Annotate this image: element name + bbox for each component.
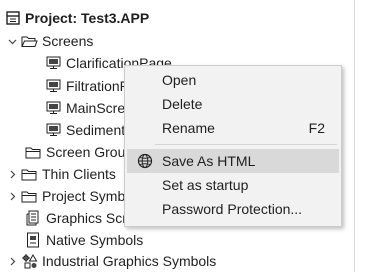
- chevron-right-icon[interactable]: [6, 163, 18, 185]
- tree-node-project-symbols[interactable]: Project Symbols: [6, 185, 143, 207]
- menu-separator: [155, 144, 337, 145]
- monitor-icon: [44, 119, 62, 141]
- industrial-graphics-label: Industrial Graphics Symbols: [42, 253, 217, 269]
- menu-item-open[interactable]: Open: [125, 68, 341, 92]
- folder-icon: [24, 141, 42, 163]
- app-window: Project: Test3.APP Screens Clarification…: [0, 0, 376, 272]
- globe-icon: [137, 153, 153, 172]
- menu-item-password-protection[interactable]: Password Protection...: [125, 197, 341, 221]
- tree-node-thin-clients[interactable]: Thin Clients: [6, 163, 116, 185]
- folder-icon: [20, 185, 38, 207]
- thin-clients-label: Thin Clients: [42, 166, 116, 182]
- project-label: Project: Test3.APP: [25, 10, 150, 26]
- tree-node-project[interactable]: Project: Test3.APP: [4, 7, 149, 29]
- tree-node-screens[interactable]: Screens: [6, 30, 93, 52]
- menu-item-label: Open: [162, 72, 197, 88]
- chevron-right-icon[interactable]: [6, 250, 18, 272]
- menu-item-label: Save As HTML: [162, 153, 256, 169]
- menu-item-shortcut: F2: [308, 120, 325, 136]
- chevron-right-icon[interactable]: [6, 185, 18, 207]
- menu-item-label: Password Protection...: [162, 201, 303, 217]
- symbol-library-icon: [24, 229, 42, 251]
- menu-item-set-as-startup[interactable]: Set as startup: [125, 173, 341, 197]
- tree-node-native-symbols[interactable]: Native Symbols: [24, 229, 143, 251]
- project-icon: [4, 7, 22, 29]
- menu-item-delete[interactable]: Delete: [125, 92, 341, 116]
- screens-label: Screens: [42, 33, 94, 49]
- folder-icon: [20, 163, 38, 185]
- monitor-icon: [44, 97, 62, 119]
- script-icon: [24, 207, 42, 229]
- menu-item-label: Rename: [162, 120, 215, 136]
- industrial-graphics-icon: [20, 250, 38, 272]
- tree-node-screen-groups[interactable]: Screen Groups: [24, 141, 140, 163]
- menu-item-label: Set as startup: [162, 177, 249, 193]
- monitor-icon: [44, 75, 62, 97]
- tree-divider: [354, 0, 355, 272]
- tree-node-industrial-graphics[interactable]: Industrial Graphics Symbols: [6, 250, 216, 272]
- menu-item-label: Delete: [162, 96, 203, 112]
- monitor-icon: [44, 52, 62, 74]
- menu-item-save-as-html[interactable]: Save As HTML: [127, 149, 339, 173]
- menu-item-rename[interactable]: Rename F2: [125, 116, 341, 140]
- context-menu: Open Delete Rename F2 Save As HTML Set a…: [124, 65, 342, 227]
- folder-open-icon: [20, 30, 38, 52]
- native-symbols-label: Native Symbols: [46, 232, 144, 248]
- chevron-down-icon[interactable]: [6, 30, 18, 52]
